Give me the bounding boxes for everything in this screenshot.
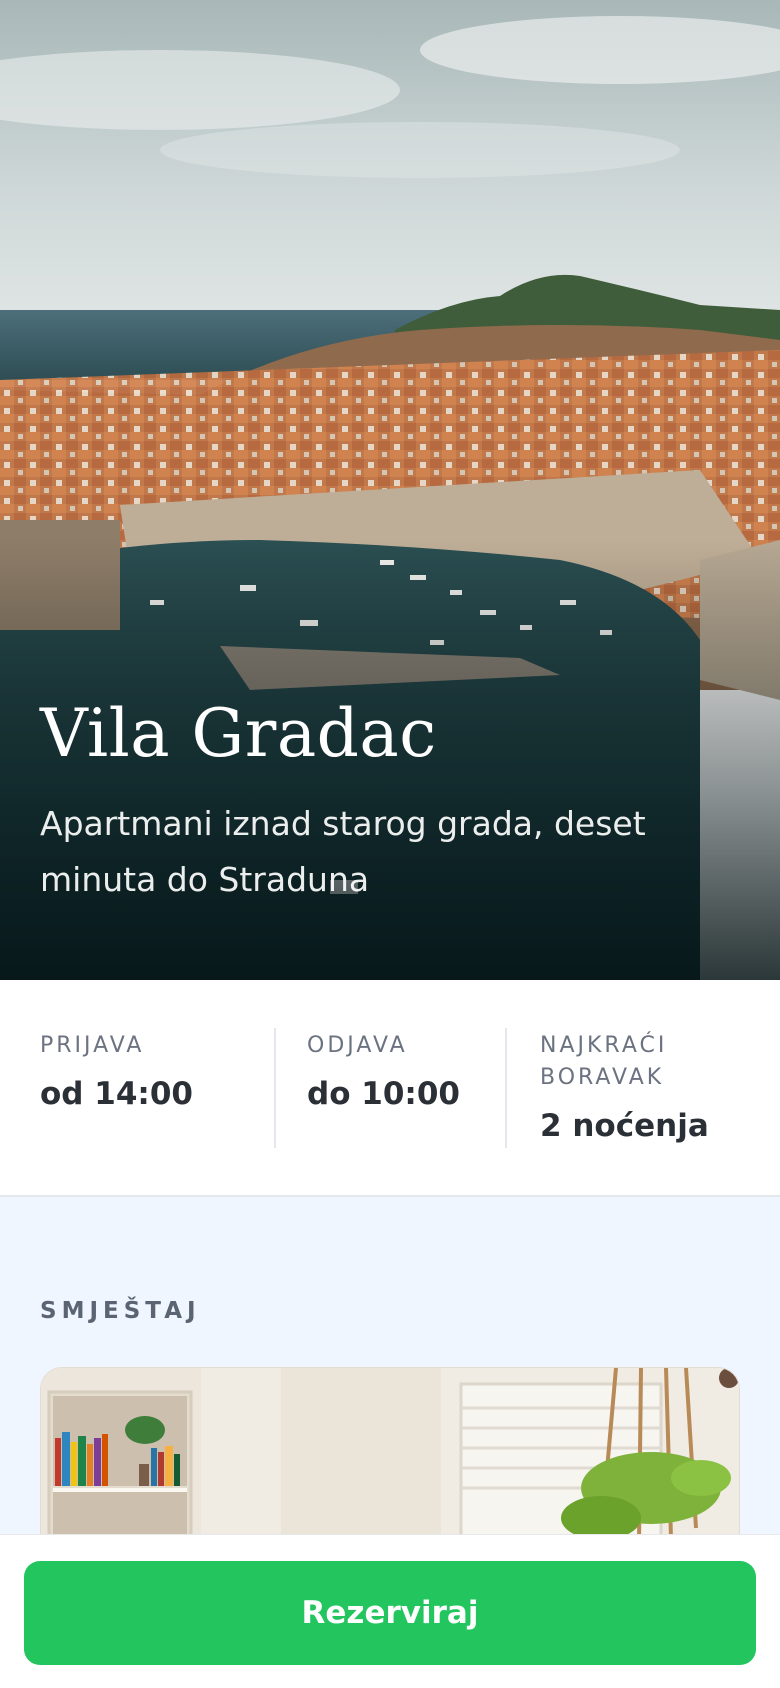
info-divider [505,1028,507,1148]
min-stay-info: NAJKRAĆI BORAVAK 2 noćenja [540,1030,740,1146]
checkin-label: PRIJAVA [40,1033,145,1058]
hotel-subtitle: Apartmani iznad starog grada, deset minu… [40,804,646,899]
book-button[interactable]: Rezerviraj [24,1561,756,1665]
section-heading: SMJEŠTAJ [40,1298,201,1324]
hero: Vila Gradac Apartmani iznad starog grada… [0,0,780,980]
checkout-label: ODJAVA [307,1033,408,1058]
checkin-value: od 14:00 [40,1076,193,1112]
min-stay-label: NAJKRAĆI BORAVAK [540,1033,668,1090]
checkin-info: PRIJAVA od 14:00 [40,1030,260,1114]
page: Vila Gradac Apartmani iznad starog grada… [0,0,780,1688]
stay-info-row: PRIJAVA od 14:00 ODJAVA do 10:00 NAJKRAĆ… [0,980,780,1197]
checkout-value: do 10:00 [307,1076,460,1112]
bottom-action-bar: Rezerviraj [0,1534,780,1688]
min-stay-value: 2 noćenja [540,1108,709,1144]
checkout-info: ODJAVA do 10:00 [307,1030,497,1114]
info-divider [274,1028,276,1148]
hotel-title: Vila Gradac [40,695,437,772]
